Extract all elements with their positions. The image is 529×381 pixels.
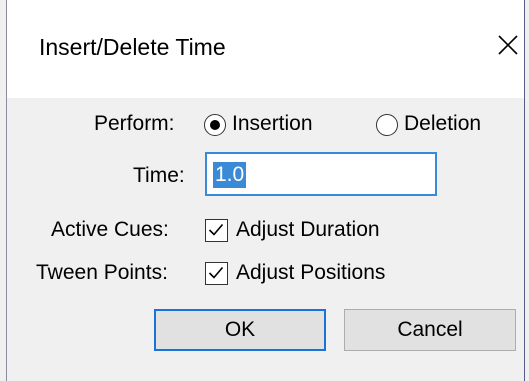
adjust-positions-checkbox[interactable] xyxy=(205,262,228,285)
checkmark-icon xyxy=(208,223,224,236)
close-icon[interactable] xyxy=(493,30,523,60)
dialog-border-right xyxy=(524,0,525,381)
deletion-radio[interactable] xyxy=(376,114,398,136)
tween-points-label: Tween Points: xyxy=(36,261,168,284)
title-bar[interactable]: Insert/Delete Time xyxy=(7,0,524,98)
insertion-label[interactable]: Insertion xyxy=(232,112,313,136)
insertion-radio[interactable] xyxy=(204,114,226,136)
insert-delete-time-dialog: Insert/Delete Time Perform: Insertion De… xyxy=(0,0,529,381)
adjust-positions-label[interactable]: Adjust Positions xyxy=(236,261,385,285)
dialog-title: Insert/Delete Time xyxy=(39,34,226,60)
time-label: Time: xyxy=(133,164,185,187)
checkmark-icon xyxy=(208,266,224,279)
time-input-value: 1.0 xyxy=(213,162,247,188)
ok-button[interactable]: OK xyxy=(154,309,326,351)
adjust-duration-checkbox[interactable] xyxy=(205,219,228,242)
cancel-button[interactable]: Cancel xyxy=(344,309,516,351)
radio-selected-dot xyxy=(209,119,220,130)
perform-label: Perform: xyxy=(94,112,175,135)
active-cues-label: Active Cues: xyxy=(51,218,169,241)
time-input[interactable]: 1.0 xyxy=(205,152,437,196)
adjust-duration-label[interactable]: Adjust Duration xyxy=(236,218,380,242)
deletion-label[interactable]: Deletion xyxy=(404,112,481,136)
